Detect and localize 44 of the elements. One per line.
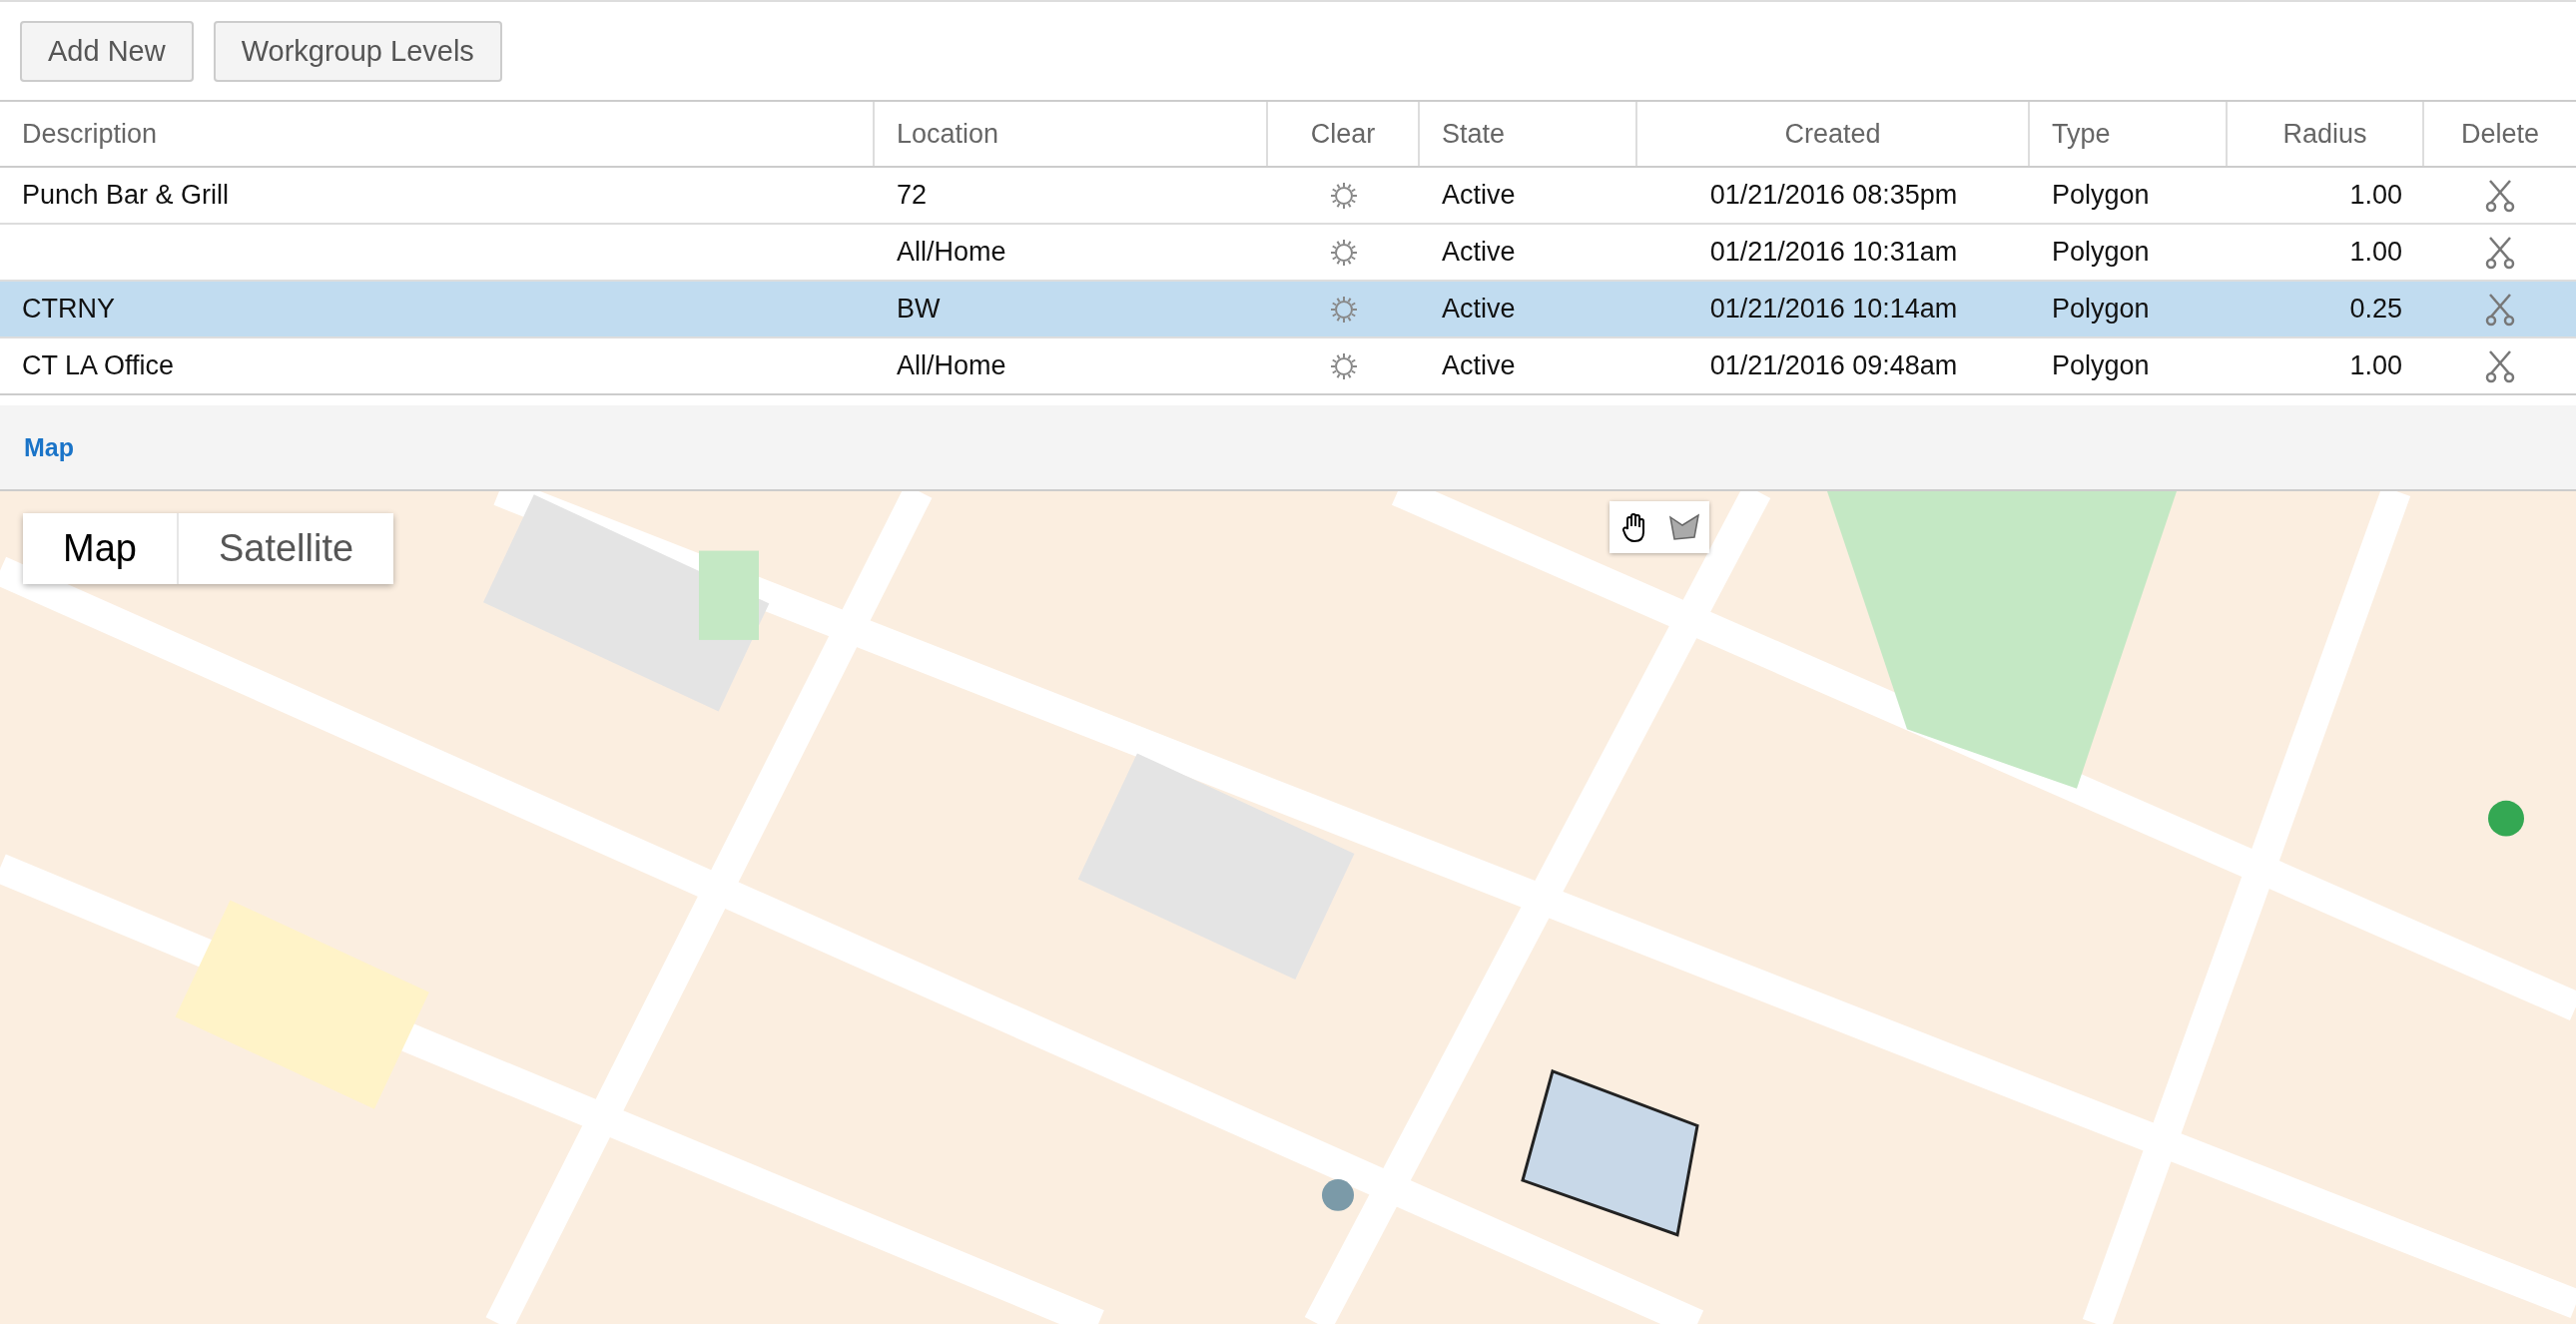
table-cell-text: Active (1441, 237, 1517, 268)
table-cell-text: 01/21/2016 08:35pm (1708, 180, 1959, 211)
map-link[interactable]: Map (24, 432, 74, 462)
table-cell-text: 01/21/2016 10:14am (1708, 294, 1959, 325)
map-type-button[interactable]: Satellite (176, 513, 394, 584)
table-cell-text: BW (896, 294, 942, 325)
toolbar-button[interactable]: Workgroup Levels (213, 20, 502, 82)
map-type-button[interactable]: Map (23, 513, 177, 584)
table-cell-text: All/Home (896, 350, 1007, 381)
table-cell-text: CTRNY (21, 294, 116, 325)
table-cell-text: All/Home (896, 237, 1007, 268)
table-row[interactable]: CTRNY BW Active 01/21/2016 10:14am Polygon 0.25 (0, 282, 2576, 338)
column-header[interactable]: Created (1637, 102, 2030, 166)
scissors-icon[interactable] (2485, 235, 2515, 270)
table-cell-text: Active (1441, 350, 1517, 381)
table-cell-text: Polygon (2051, 180, 2151, 211)
table-cell-text: Active (1441, 180, 1517, 211)
polygon-tool-button[interactable] (1659, 501, 1709, 553)
column-header[interactable]: Location (875, 102, 1268, 166)
table-cell-text: 1.00 (2348, 350, 2403, 381)
polygon-icon (1668, 513, 1700, 541)
table-cell-text: Polygon (2051, 350, 2151, 381)
column-header[interactable]: State (1420, 102, 1637, 166)
table-cell-text: 01/21/2016 09:48am (1708, 350, 1959, 381)
column-header[interactable]: Radius (2228, 102, 2424, 166)
scissors-icon[interactable] (2485, 348, 2515, 383)
table-cell-text: Polygon (2051, 237, 2151, 268)
column-header[interactable]: Delete (2424, 102, 2576, 166)
column-header[interactable]: Type (2030, 102, 2228, 166)
scissors-icon[interactable] (2485, 178, 2515, 213)
table-cell-text: CT LA Office (21, 350, 176, 381)
toolbar-button[interactable]: Add New (20, 20, 194, 82)
table-cell-text: Active (1441, 294, 1517, 325)
table-cell-text: 1.00 (2348, 237, 2403, 268)
table-cell-text: Polygon (2051, 294, 2151, 325)
table-cell-text: Punch Bar & Grill (21, 180, 231, 211)
table-cell-text: 0.25 (2348, 294, 2403, 325)
hand-tool-button[interactable] (1610, 501, 1659, 553)
table-cell-text: 72 (896, 180, 929, 211)
table-cell-text: 01/21/2016 10:31am (1708, 237, 1959, 268)
table-cell-text: 1.00 (2348, 180, 2403, 211)
scissors-icon[interactable] (2485, 292, 2515, 327)
column-header[interactable]: Clear (1268, 102, 1420, 166)
column-header[interactable]: Description (0, 102, 875, 166)
